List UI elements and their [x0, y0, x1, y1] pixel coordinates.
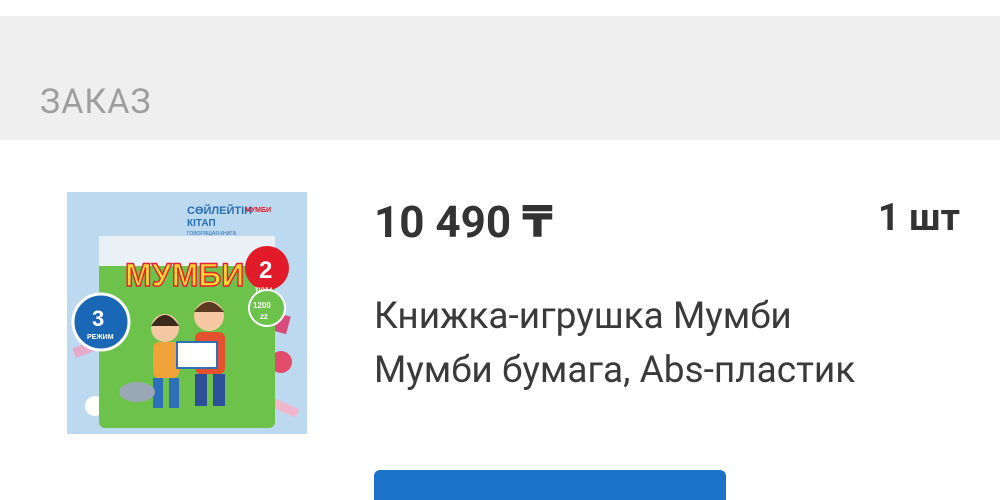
- count-sub: 22: [260, 314, 268, 321]
- item-action-button[interactable]: [374, 470, 726, 500]
- item-price: 10 490 ₸: [374, 196, 553, 248]
- badge-number: 2: [259, 257, 272, 284]
- cover-top-line1: СӨЙЛЕЙТІН: [187, 204, 252, 217]
- book-cover-image: СӨЙЛЕЙТІН КІТАП ГОВОРЯЩАЯ КНИГА МУМБИ МУ…: [67, 192, 307, 434]
- cover-top-line2: КІТАП: [187, 218, 216, 229]
- mode-text: РЕЖИМ: [87, 334, 114, 341]
- book-cover-thumbnail[interactable]: СӨЙЛЕЙТІН КІТАП ГОВОРЯЩАЯ КНИГА МУМБИ МУ…: [67, 192, 307, 434]
- top-strip: [0, 0, 1000, 16]
- item-title[interactable]: Книжка-игрушка Мумби Мумби бумага, Abs-п…: [374, 290, 894, 398]
- mode-number: 3: [92, 306, 104, 331]
- order-item-card[interactable]: СӨЙЛЕЙТІН КІТАП ГОВОРЯЩАЯ КНИГА МУМБИ МУ…: [0, 140, 1000, 500]
- cover-top-line3: ГОВОРЯЩАЯ КНИГА: [187, 231, 237, 237]
- section-title: ЗАКАЗ: [40, 82, 152, 122]
- count-number: 1200: [253, 301, 271, 310]
- cover-title: МУМБИ: [125, 257, 244, 293]
- item-quantity: 1 шт: [877, 196, 960, 240]
- cover-corner-tag: МУМБИ: [245, 207, 271, 214]
- order-section-header: ЗАКАЗ: [0, 16, 1000, 140]
